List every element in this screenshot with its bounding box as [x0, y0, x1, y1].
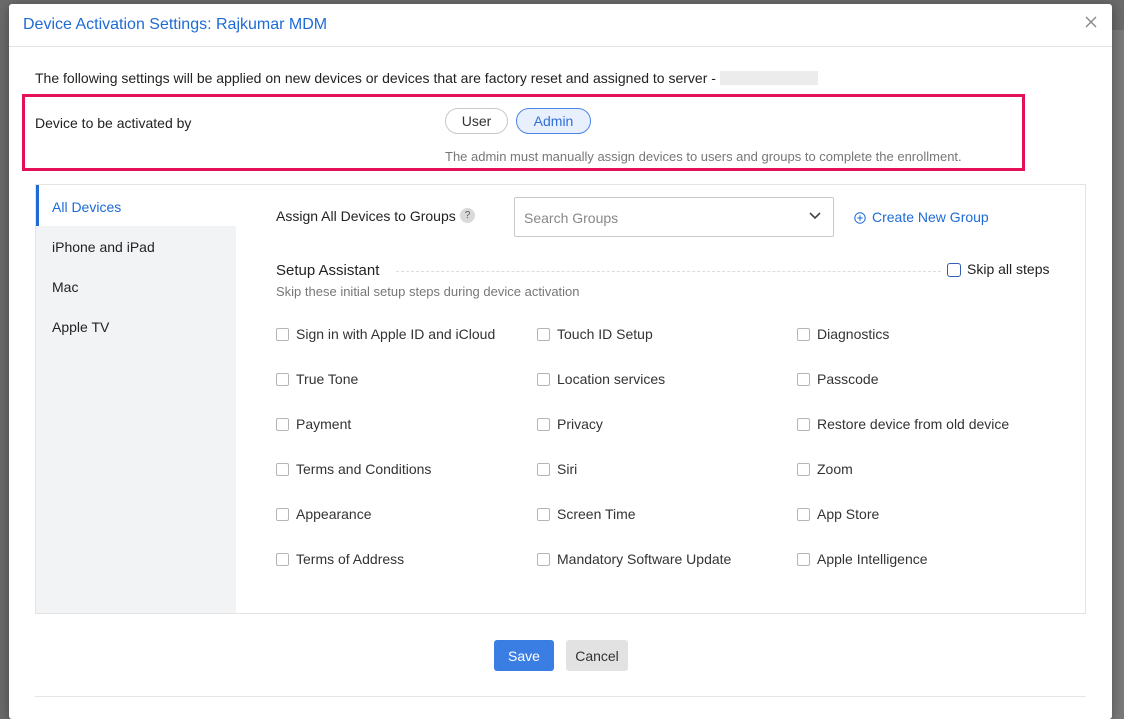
checkbox[interactable]	[276, 328, 289, 341]
option-label: Siri	[557, 461, 578, 477]
intro-text: The following settings will be applied o…	[35, 70, 818, 86]
create-new-group-label: Create New Group	[872, 209, 989, 225]
section-divider	[396, 271, 941, 272]
skip-all-checkbox-box[interactable]	[947, 263, 961, 277]
checkbox[interactable]	[537, 373, 550, 386]
checkbox[interactable]	[537, 328, 550, 341]
activation-label: Device to be activated by	[35, 115, 192, 131]
sidebar-item-apple-tv[interactable]: Apple TV	[52, 319, 109, 335]
skip-all-label: Skip all steps	[967, 261, 1050, 277]
setup-option-checkbox[interactable]: Appearance	[276, 506, 372, 522]
activation-admin-button[interactable]: Admin	[516, 108, 591, 134]
cancel-button[interactable]: Cancel	[566, 640, 628, 671]
footer-divider	[35, 696, 1086, 697]
intro-label: The following settings will be applied o…	[35, 70, 716, 86]
option-label: Terms of Address	[296, 551, 405, 567]
dialog-header: Device Activation Settings: Rajkumar MDM	[9, 4, 1112, 47]
option-label: Apple Intelligence	[817, 551, 928, 567]
assign-groups-label: Assign All Devices to Groups	[276, 208, 456, 224]
device-type-sidebar: All Devices iPhone and iPad Mac Apple TV	[36, 185, 236, 613]
option-label: Touch ID Setup	[557, 326, 653, 342]
checkbox[interactable]	[276, 418, 289, 431]
option-label: Appearance	[296, 506, 372, 522]
dialog-title: Device Activation Settings: Rajkumar MDM	[23, 16, 328, 33]
option-label: Passcode	[817, 371, 879, 387]
checkbox[interactable]	[276, 553, 289, 566]
background-scrollbar	[1110, 30, 1124, 719]
option-label: Diagnostics	[817, 326, 890, 342]
setup-option-checkbox[interactable]: Payment	[276, 416, 351, 432]
option-label: Sign in with Apple ID and iCloud	[296, 326, 496, 342]
settings-panel: All Devices iPhone and iPad Mac Apple TV…	[35, 184, 1086, 614]
setup-option-checkbox[interactable]: Siri	[537, 461, 577, 477]
option-label: Terms and Conditions	[296, 461, 432, 477]
chevron-down-icon	[809, 212, 821, 220]
option-label: Payment	[296, 416, 352, 432]
setup-option-checkbox[interactable]: Apple Intelligence	[797, 551, 928, 567]
device-activation-dialog: Device Activation Settings: Rajkumar MDM…	[9, 4, 1112, 719]
setup-option-checkbox[interactable]: Sign in with Apple ID and iCloud	[276, 326, 495, 342]
skip-all-steps-checkbox[interactable]: Skip all steps	[947, 261, 1049, 277]
setup-option-checkbox[interactable]: Touch ID Setup	[537, 326, 653, 342]
activation-user-button[interactable]: User	[445, 108, 508, 134]
setup-option-checkbox[interactable]: Diagnostics	[797, 326, 889, 342]
setup-assistant-title: Setup Assistant	[276, 262, 380, 279]
checkbox[interactable]	[537, 553, 550, 566]
option-label: Zoom	[817, 461, 853, 477]
create-new-group-link[interactable]: Create New Group	[854, 209, 989, 225]
setup-option-checkbox[interactable]: Restore device from old device	[797, 416, 1009, 432]
checkbox[interactable]	[797, 328, 810, 341]
checkbox[interactable]	[537, 418, 550, 431]
redacted-server-name	[719, 71, 818, 85]
setup-option-checkbox[interactable]: Passcode	[797, 371, 878, 387]
option-label: True Tone	[296, 371, 359, 387]
checkbox[interactable]	[537, 463, 550, 476]
checkbox[interactable]	[276, 508, 289, 521]
setup-option-checkbox[interactable]: Mandatory Software Update	[537, 551, 731, 567]
close-icon[interactable]	[1082, 13, 1100, 31]
setup-option-checkbox[interactable]: Zoom	[797, 461, 853, 477]
setup-option-checkbox[interactable]: App Store	[797, 506, 879, 522]
search-groups-placeholder: Search Groups	[524, 210, 619, 226]
setup-option-checkbox[interactable]: Location services	[537, 371, 665, 387]
setup-assistant-subtitle: Skip these initial setup steps during de…	[276, 284, 580, 299]
help-icon[interactable]: ?	[460, 208, 475, 223]
option-label: App Store	[817, 506, 880, 522]
option-label: Screen Time	[557, 506, 636, 522]
option-label: Location services	[557, 371, 666, 387]
sidebar-item-mac[interactable]: Mac	[52, 279, 78, 295]
setup-option-checkbox[interactable]: Screen Time	[537, 506, 636, 522]
option-label: Restore device from old device	[817, 416, 1010, 432]
checkbox[interactable]	[797, 418, 810, 431]
setup-option-checkbox[interactable]: Privacy	[537, 416, 603, 432]
checkbox[interactable]	[797, 508, 810, 521]
setup-option-checkbox[interactable]: Terms of Address	[276, 551, 404, 567]
setup-option-checkbox[interactable]: Terms and Conditions	[276, 461, 431, 477]
checkbox[interactable]	[797, 463, 810, 476]
checkbox[interactable]	[276, 373, 289, 386]
checkbox[interactable]	[797, 553, 810, 566]
activation-help-text: The admin must manually assign devices t…	[445, 149, 962, 164]
checkbox[interactable]	[537, 508, 550, 521]
option-label: Mandatory Software Update	[557, 551, 732, 567]
setup-option-checkbox[interactable]: True Tone	[276, 371, 358, 387]
sidebar-active-indicator	[36, 185, 39, 226]
search-groups-dropdown[interactable]: Search Groups	[514, 197, 834, 237]
save-button[interactable]: Save	[494, 640, 554, 671]
sidebar-item-all-devices[interactable]: All Devices	[52, 199, 121, 215]
sidebar-item-iphone-ipad[interactable]: iPhone and iPad	[52, 239, 155, 255]
checkbox[interactable]	[276, 463, 289, 476]
checkbox[interactable]	[797, 373, 810, 386]
option-label: Privacy	[557, 416, 603, 432]
plus-circle-icon	[854, 212, 866, 224]
